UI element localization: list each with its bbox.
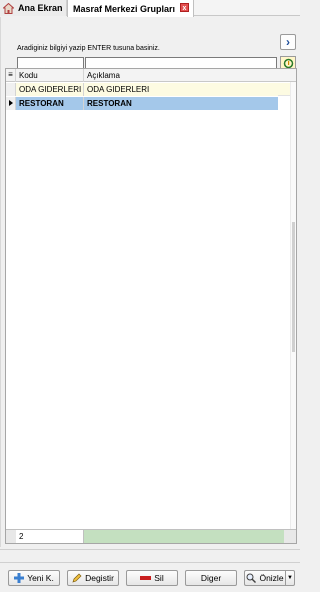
- chevron-down-icon: ▼: [287, 575, 293, 581]
- vertical-scrollbar[interactable]: [290, 82, 296, 529]
- edit-button[interactable]: Degistir: [67, 570, 119, 586]
- new-record-label: Yeni K.: [27, 573, 54, 583]
- other-button[interactable]: Diger: [185, 570, 237, 586]
- close-icon[interactable]: x: [180, 3, 189, 12]
- magnifier-icon: [246, 573, 257, 583]
- preview-button[interactable]: Önizle: [244, 570, 285, 586]
- plus-icon: [14, 573, 25, 583]
- next-button[interactable]: ›: [280, 34, 296, 50]
- data-grid: ≡ Kodu Açıklama ODA GIDERLERI ODA GIDERL…: [5, 68, 297, 544]
- column-header-code[interactable]: Kodu: [16, 69, 84, 82]
- grid-footer: 2: [6, 529, 296, 543]
- pencil-icon: [72, 573, 82, 583]
- preview-dropdown-button[interactable]: ▼: [285, 570, 295, 586]
- table-row-selected[interactable]: RESTORAN RESTORAN: [6, 97, 296, 110]
- tab-active-label: Masraf Merkezi Grupları: [73, 3, 176, 14]
- chevron-right-icon: ›: [286, 35, 290, 49]
- tab-home-label: Ana Ekran: [18, 3, 63, 13]
- minus-icon: [140, 575, 152, 580]
- cell-description[interactable]: RESTORAN: [84, 97, 278, 110]
- scrollbar-thumb[interactable]: [292, 222, 295, 352]
- tab-cost-center-groups[interactable]: Masraf Merkezi Grupları x: [67, 0, 194, 17]
- row-indicator: [6, 83, 16, 96]
- edit-label: Degistir: [85, 573, 114, 583]
- main-frame: Aradiginiz bilgiyi yazip ENTER tusuna ba…: [0, 17, 300, 547]
- preview-label: Önizle: [259, 573, 284, 583]
- new-record-button[interactable]: Yeni K.: [8, 570, 60, 586]
- delete-button[interactable]: Sil: [126, 570, 178, 586]
- tab-bar: Ana Ekran Masraf Merkezi Grupları x: [0, 0, 300, 17]
- current-row-arrow-icon: [9, 100, 13, 106]
- delete-label: Sil: [154, 573, 164, 583]
- other-label: Diger: [200, 573, 222, 583]
- cell-code[interactable]: RESTORAN: [16, 97, 84, 110]
- row-indicator: [6, 97, 16, 110]
- column-header-description[interactable]: Açıklama: [84, 69, 284, 82]
- record-count: 2: [16, 530, 84, 543]
- home-icon: [3, 2, 14, 14]
- footer-summary: [84, 530, 284, 543]
- cell-description[interactable]: ODA GIDERLERI: [84, 83, 278, 96]
- column-chooser-icon[interactable]: ≡: [6, 69, 16, 82]
- status-bar: [0, 549, 300, 563]
- grid-header: ≡ Kodu Açıklama: [6, 69, 296, 82]
- button-bar: Yeni K. Degistir Sil Diger Önizle ▼: [0, 565, 300, 592]
- table-row[interactable]: ODA GIDERLERI ODA GIDERLERI: [6, 83, 296, 96]
- tab-home[interactable]: Ana Ekran: [0, 0, 67, 16]
- search-hint: Aradiginiz bilgiyi yazip ENTER tusuna ba…: [17, 45, 160, 52]
- cell-code[interactable]: ODA GIDERLERI: [16, 83, 84, 96]
